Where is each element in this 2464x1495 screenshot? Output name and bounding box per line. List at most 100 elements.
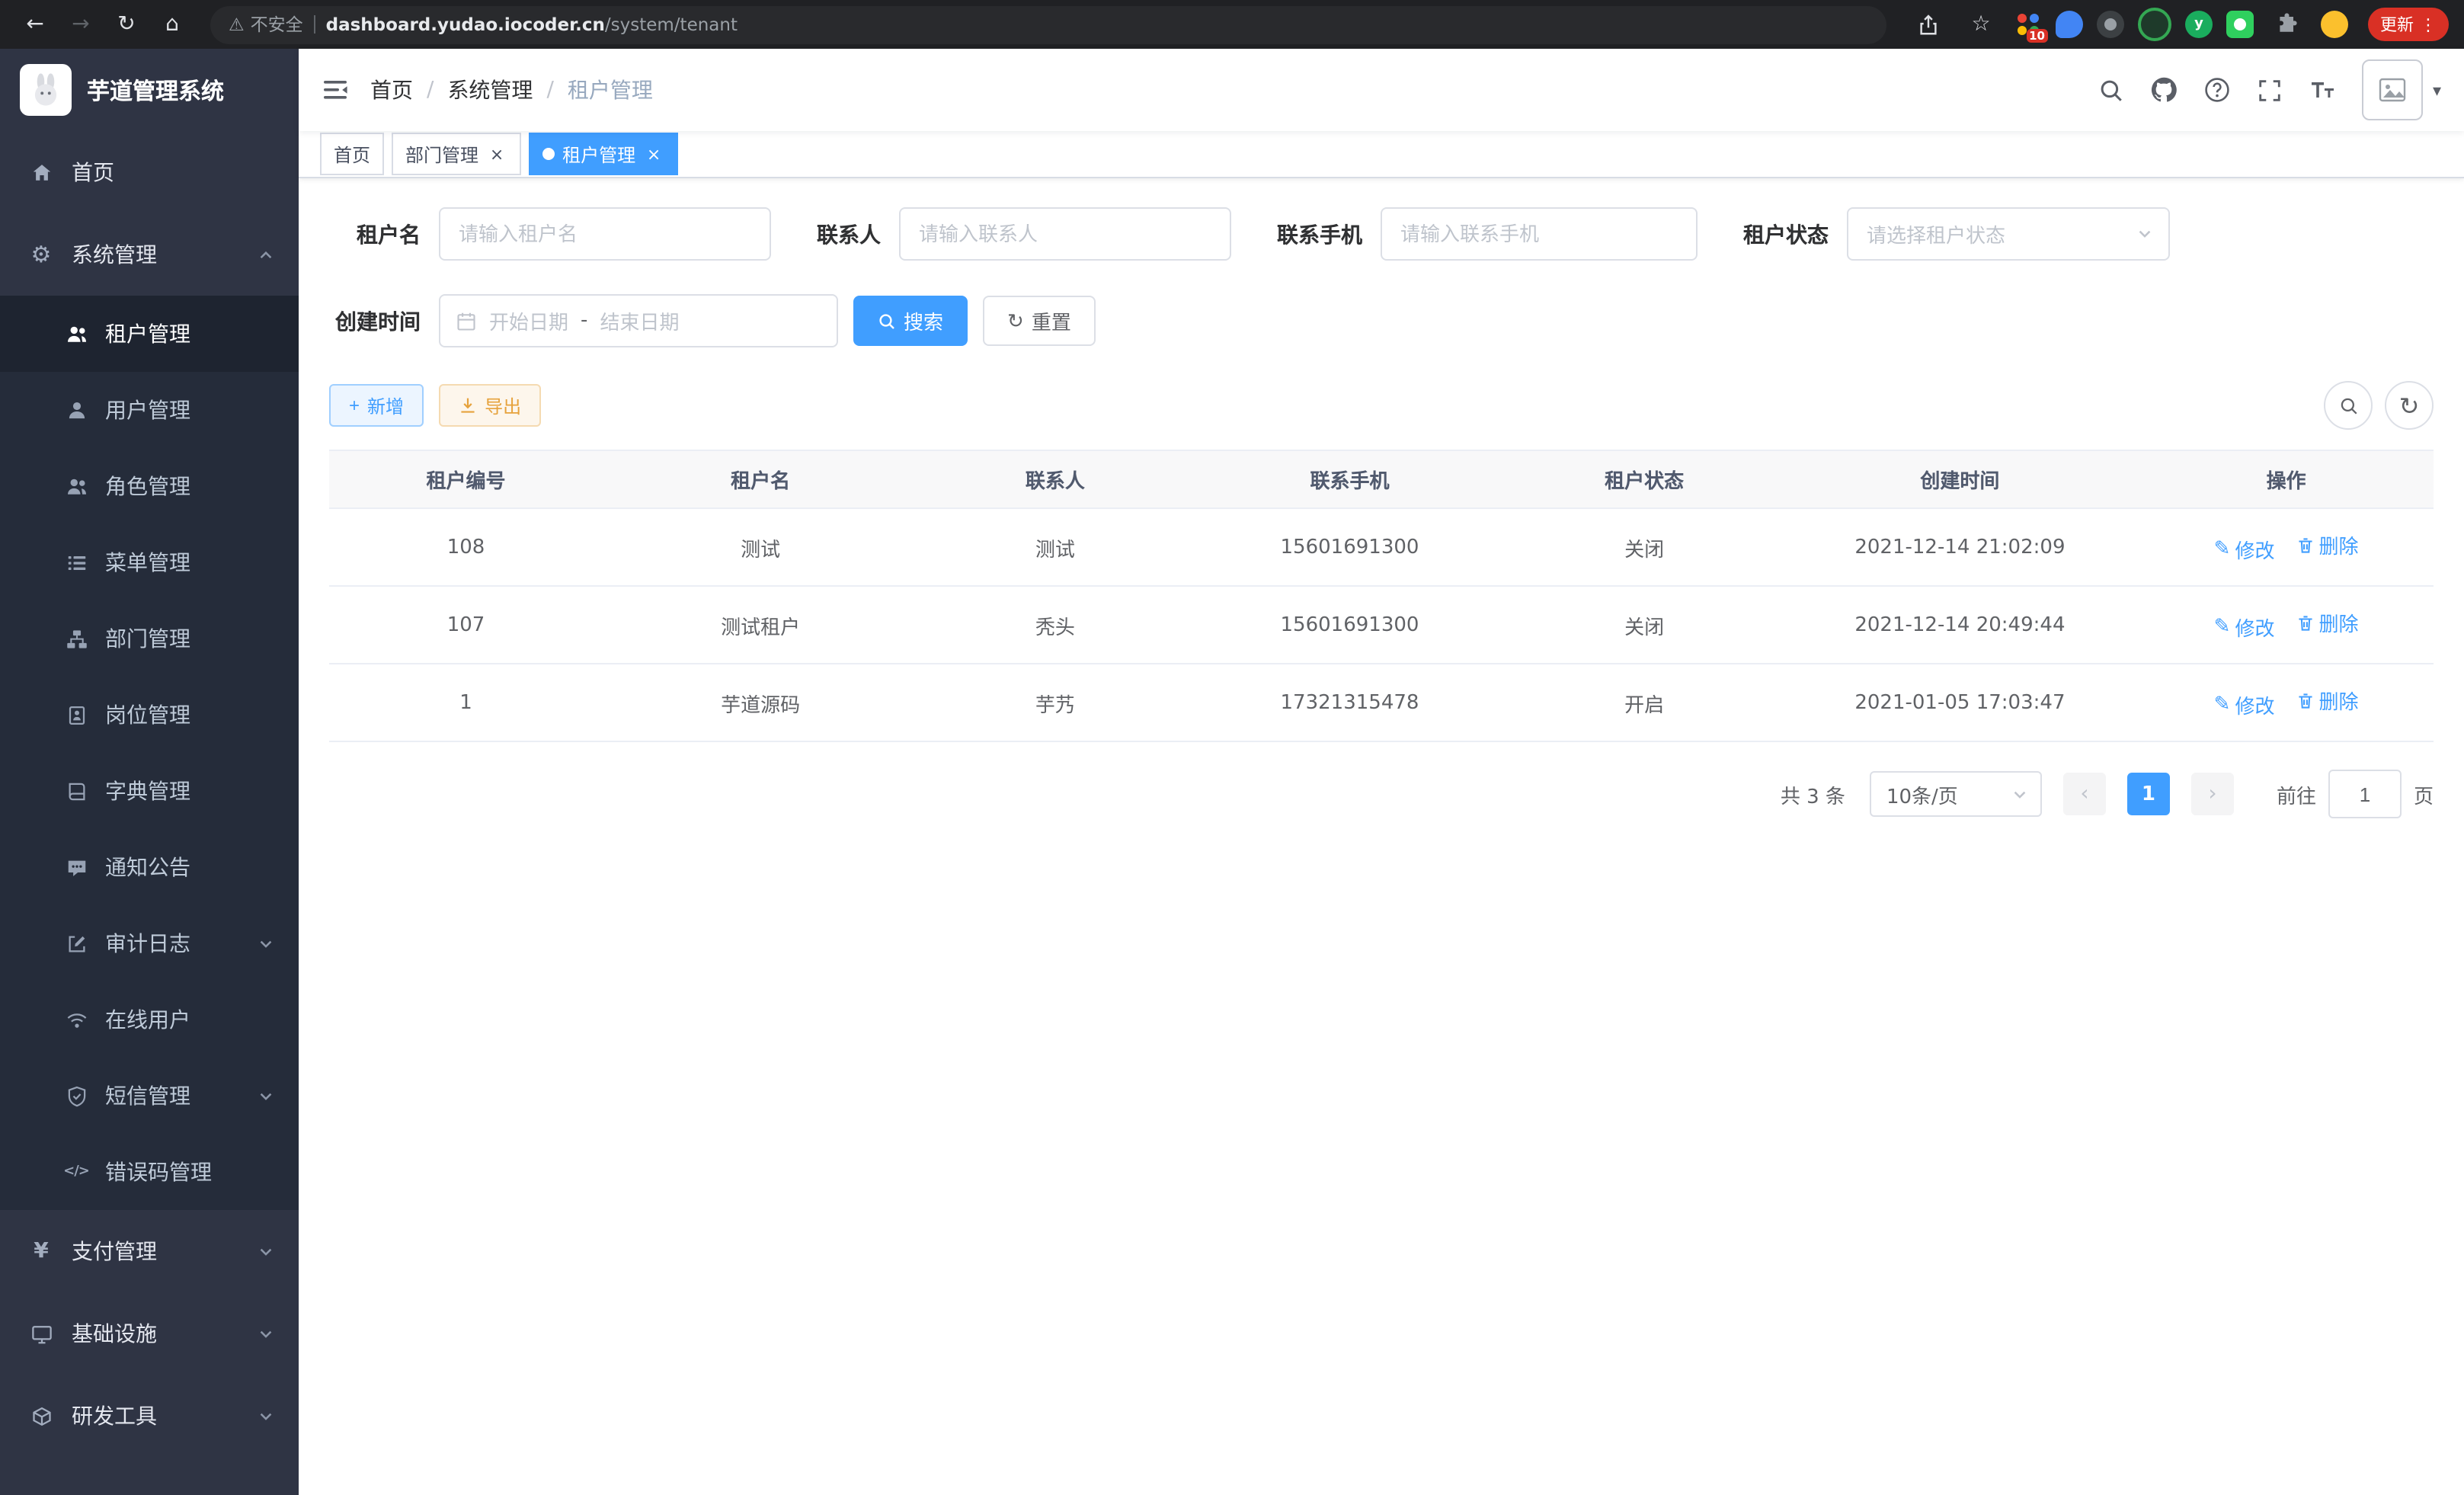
status-label: 租户状态 [1743,219,1829,249]
edit-link[interactable]: ✎修改 [2214,613,2275,642]
filter-status: 租户状态 请选择租户状态 [1743,207,2170,261]
extension-globe-icon[interactable] [2097,11,2124,38]
edit-link[interactable]: ✎修改 [2214,690,2275,719]
date-start-placeholder[interactable]: 开始日期 [489,306,568,335]
not-secure-label[interactable]: ⚠ 不安全 [229,12,303,37]
toggle-search-button[interactable] [2324,381,2373,430]
browser-reload-button[interactable]: ↻ [107,5,146,44]
url-text: dashboard.yudao.iocoder.cn/system/tenant [326,14,738,35]
sidebar-item-audit-log[interactable]: 审计日志 [0,905,299,981]
mobile-input[interactable] [1381,207,1698,261]
sidebar-item-error-code[interactable]: </> 错误码管理 [0,1134,299,1210]
extensions-puzzle-icon[interactable] [2267,5,2307,44]
github-icon[interactable] [2151,76,2178,104]
browser-update-button[interactable]: 更新 ⋮ [2368,8,2449,41]
col-tenant-id: 租户编号 [329,450,603,508]
cell-contact: 秃头 [918,586,1192,664]
extension-y-icon[interactable]: y [2185,11,2213,38]
cell-status: 开启 [1508,664,1781,741]
profile-avatar-icon[interactable] [2321,11,2348,38]
prev-page-button[interactable]: ‹ [2063,773,2106,815]
address-bar[interactable]: ⚠ 不安全 dashboard.yudao.iocoder.cn/system/… [210,5,1886,43]
delete-link[interactable]: 删除 [2296,609,2359,638]
sidebar-item-user[interactable]: 用户管理 [0,372,299,448]
search-button[interactable]: 搜索 [853,296,968,346]
reset-button[interactable]: ↻ 重置 [983,296,1096,346]
edit-icon: ✎ [2214,693,2231,716]
contact-input[interactable] [899,207,1231,261]
delete-link[interactable]: 删除 [2296,531,2359,560]
sidebar-item-tenant[interactable]: 租户管理 [0,296,299,372]
sidebar-item-label: 基础设施 [72,1318,157,1349]
delete-link[interactable]: 删除 [2296,687,2359,715]
bookmark-star-icon[interactable]: ☆ [1961,5,2001,44]
extension-chat-icon[interactable] [2226,11,2254,38]
sidebar-item-dict[interactable]: 字典管理 [0,753,299,829]
date-end-placeholder[interactable]: 结束日期 [600,306,679,335]
sidebar-item-role[interactable]: 角色管理 [0,448,299,524]
goto-label: 前往 [2277,780,2316,808]
page-size-select[interactable]: 10条/页 [1870,771,2042,817]
trash-icon [2296,692,2315,710]
browser-toolbar: ← → ↻ ⌂ ⚠ 不安全 dashboard.yudao.iocoder.cn… [0,0,2464,49]
browser-back-button[interactable]: ← [15,5,55,44]
sidebar-item-menu[interactable]: 菜单管理 [0,524,299,600]
sidebar-item-sms[interactable]: 短信管理 [0,1058,299,1134]
breadcrumb-system: 系统管理 [447,75,533,105]
sidebar-item-label: 菜单管理 [105,547,190,578]
avatar[interactable] [2363,59,2424,120]
sidebar-item-notice[interactable]: 通知公告 [0,829,299,905]
next-page-button[interactable]: › [2191,773,2234,815]
status-select[interactable]: 请选择租户状态 [1847,207,2170,261]
tag-tenant[interactable]: 租户管理 × [529,133,678,175]
export-button[interactable]: 导出 [439,384,541,427]
sidebar-item-online-user[interactable]: 在线用户 [0,981,299,1058]
sidebar-item-system[interactable]: ⚙ 系统管理 [0,213,299,296]
sidebar-item-dept[interactable]: 部门管理 [0,600,299,677]
date-range-picker[interactable]: 开始日期 - 结束日期 [439,294,838,347]
table-row: 107 测试租户 秃头 15601691300 关闭 2021-12-14 20… [329,586,2434,664]
page-number-1[interactable]: 1 [2127,773,2170,815]
browser-forward-button[interactable]: → [61,5,101,44]
sidebar-item-dev-tools[interactable]: 研发工具 [0,1375,299,1457]
sidebar-item-label: 系统管理 [72,239,157,270]
submenu-system: 租户管理 用户管理 角色管理 菜单管理 部门管理 [0,296,299,1210]
add-button[interactable]: + 新增 [329,384,424,427]
breadcrumb-home[interactable]: 首页 [370,75,413,105]
sidebar-item-infra[interactable]: 基础设施 [0,1292,299,1375]
sidebar-logo-row[interactable]: 芋道管理系统 [0,49,299,131]
help-question-icon[interactable] [2204,76,2232,104]
sidebar-item-pay[interactable]: ¥ 支付管理 [0,1210,299,1292]
close-icon[interactable]: × [643,143,664,165]
sidebar-item-label: 研发工具 [72,1401,157,1431]
goto-page-input[interactable] [2328,770,2402,818]
share-icon[interactable] [1908,5,1947,44]
tenant-name-input[interactable] [439,207,771,261]
user-menu[interactable]: ▾ [2363,59,2441,120]
browser-home-button[interactable]: ⌂ [152,5,192,44]
edit-link[interactable]: ✎修改 [2214,535,2275,564]
chevron-down-icon [258,1407,274,1424]
fullscreen-icon[interactable] [2258,77,2283,103]
extension-pin-icon[interactable] [2056,11,2083,38]
extension-badge: 10 [2026,29,2048,43]
url-domain: dashboard.yudao.iocoder.cn [326,14,605,35]
contact-label: 联系人 [817,219,881,249]
font-size-icon[interactable] [2309,76,2337,104]
date-separator: - [581,309,587,332]
sidebar-item-home[interactable]: 首页 [0,131,299,213]
tenant-name-label: 租户名 [329,219,421,249]
header-search-icon[interactable] [2099,77,2125,103]
kebab-menu-icon[interactable]: ⋮ [2420,14,2437,34]
refresh-table-button[interactable]: ↻ [2385,381,2434,430]
tag-dept[interactable]: 部门管理 × [392,133,521,175]
sidebar-toggle-icon[interactable] [322,76,349,104]
tag-home[interactable]: 首页 [320,133,384,175]
pagination: 共 3 条 10条/页 ‹ 1 › 前往 页 [329,770,2434,818]
breadcrumb-current: 租户管理 [568,75,653,105]
close-icon[interactable]: × [486,143,507,165]
filter-tenant-name: 租户名 [329,207,771,261]
sidebar-item-post[interactable]: 岗位管理 [0,677,299,753]
extension-green-ring-icon[interactable] [2138,8,2171,41]
extension-colorful-icon[interactable]: 10 [2014,11,2042,38]
